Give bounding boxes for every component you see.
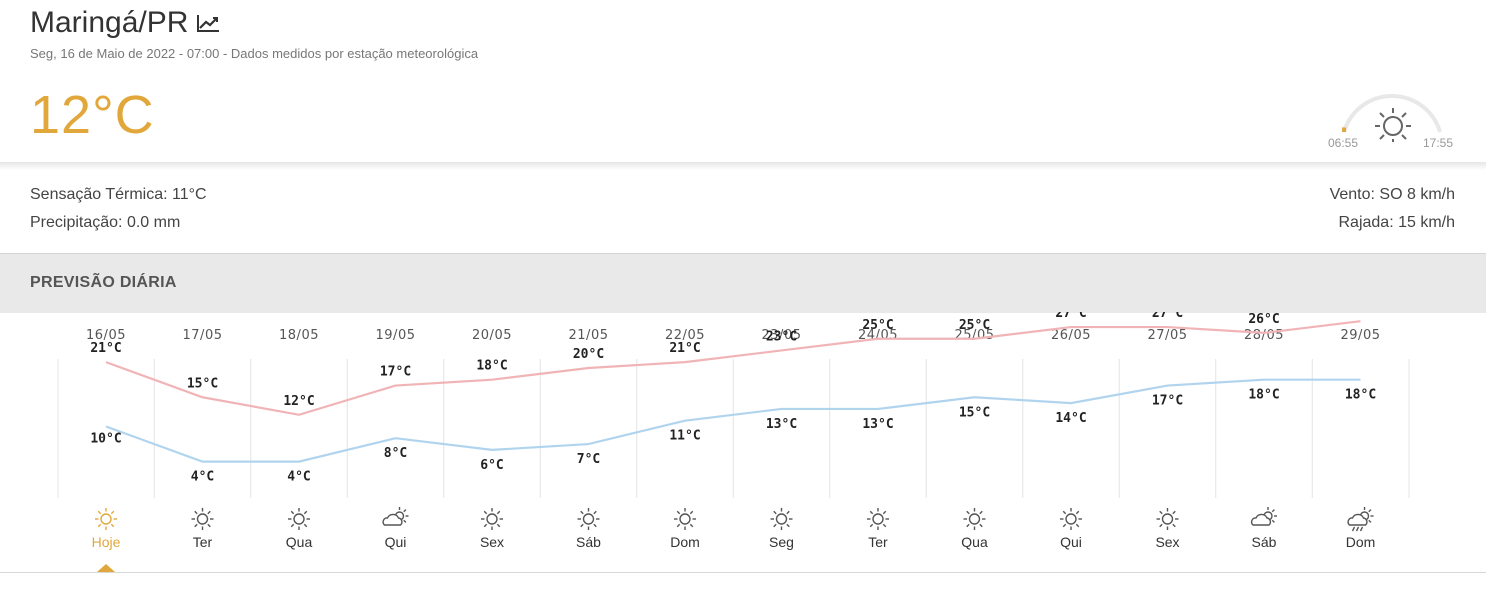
max-temp-label: 17°C — [380, 365, 411, 380]
precipitation: Precipitação: 0.0 mm — [30, 214, 181, 231]
forecast-day-label[interactable]: Ter — [193, 534, 213, 550]
daily-forecast-chart: 16/05 17/05 18/05 19/05 20/05 21/05 22/05 23/05… — [57, 312, 1410, 572]
max-temp-label: 23°C — [766, 329, 797, 344]
partly-cloudy-icon — [382, 506, 409, 526]
current-weather-panel: Maringá/PR Seg, 16 de Maio de 2022 - 07:… — [0, 0, 1486, 164]
min-temp-label: 8°C — [384, 446, 407, 461]
sunrise-time: 06:55 — [1328, 136, 1359, 150]
min-temp-label: 15°C — [959, 405, 990, 420]
forecast-day-label[interactable]: Qua — [286, 534, 313, 550]
max-temp-label: 21°C — [90, 341, 121, 356]
selected-day-marker — [97, 564, 115, 572]
forecast-day-label[interactable]: Qui — [1060, 534, 1082, 550]
forecast-day-label[interactable]: Sáb — [1252, 534, 1277, 550]
forecast-day-label[interactable]: Sáb — [576, 534, 601, 550]
divider — [0, 162, 1486, 170]
forecast-day-label[interactable]: Dom — [670, 534, 700, 550]
forecast-date: 29/05 — [1341, 328, 1381, 343]
sunset-time: 17:55 — [1423, 136, 1454, 150]
forecast-day-label[interactable]: Hoje — [92, 534, 121, 550]
forecast-date: 26/05 — [1051, 328, 1091, 343]
measurement-date: Seg, 16 de Maio de 2022 - 07:00 - Dados … — [30, 46, 479, 61]
sun-icon — [770, 508, 793, 530]
sun-icon — [1060, 508, 1082, 530]
forecast-day-label[interactable]: Qua — [961, 534, 988, 550]
forecast-date: 21/05 — [569, 328, 609, 343]
feels-like: Sensação Térmica: 11°C — [30, 186, 207, 203]
current-temperature: 12°C — [30, 85, 155, 145]
min-temp-label: 10°C — [90, 432, 121, 447]
min-temp-label: 13°C — [862, 417, 893, 432]
bottom-divider — [0, 572, 1486, 573]
rain-icon — [1347, 506, 1374, 532]
partly-cloudy-icon — [1250, 506, 1277, 526]
min-temp-label: 4°C — [287, 470, 310, 485]
forecast-day-label[interactable]: Sex — [1155, 534, 1179, 550]
sun-icon — [95, 508, 117, 530]
max-temp-label: 25°C — [959, 318, 990, 333]
sun-icon — [674, 508, 696, 530]
forecast-day-label[interactable]: Dom — [1346, 534, 1376, 550]
forecast-date: 20/05 — [472, 328, 512, 343]
forecast-date: 27/05 — [1148, 328, 1188, 343]
max-temp-label: 27°C — [1055, 312, 1086, 321]
max-temp-label: 15°C — [187, 376, 218, 391]
sun-icon — [1156, 508, 1179, 530]
forecast-day-label[interactable]: Seg — [769, 534, 794, 550]
min-temp-label: 11°C — [669, 429, 700, 444]
min-temp-label: 4°C — [191, 470, 214, 485]
sun-icon — [867, 508, 889, 530]
city-title: Maringá/PR — [30, 6, 220, 40]
sun-icon — [1375, 108, 1411, 142]
forecast-date: 18/05 — [279, 328, 319, 343]
min-temp-label: 17°C — [1152, 394, 1183, 409]
max-temp-label: 21°C — [669, 341, 700, 356]
trend-chart-icon[interactable] — [196, 13, 220, 33]
forecast-day-label[interactable]: Sex — [480, 534, 504, 550]
max-temp-label: 18°C — [476, 359, 507, 374]
daily-forecast-title: PREVISÃO DIÁRIA — [30, 274, 177, 291]
min-temp-label: 6°C — [480, 458, 503, 473]
forecast-day-label[interactable]: Ter — [868, 534, 888, 550]
forecast-date: 17/05 — [183, 328, 223, 343]
sun-icon — [481, 508, 503, 530]
min-temp-label: 18°C — [1345, 388, 1376, 403]
max-temp-label: 25°C — [862, 318, 893, 333]
city-name: Maringá/PR — [30, 6, 189, 39]
max-temp-label: 26°C — [1248, 312, 1279, 327]
min-temp-label: 18°C — [1248, 388, 1279, 403]
max-temp-label: 28°C — [1345, 312, 1376, 315]
min-temp-label: 13°C — [766, 417, 797, 432]
forecast-date: 19/05 — [376, 328, 416, 343]
min-temp-label: 14°C — [1055, 411, 1086, 426]
max-temp-label: 20°C — [573, 347, 604, 362]
max-temp-label: 27°C — [1152, 312, 1183, 321]
sun-icon — [577, 508, 600, 530]
min-temp-label: 7°C — [577, 452, 600, 467]
sun-icon — [288, 508, 310, 530]
wind-gust: Rajada: 15 km/h — [1338, 214, 1455, 231]
max-temp-label: 12°C — [283, 394, 314, 409]
daily-forecast-header: PREVISÃO DIÁRIA — [0, 253, 1486, 313]
sun-icon — [191, 508, 214, 530]
forecast-day-label[interactable]: Qui — [385, 534, 407, 550]
sun-icon — [963, 508, 986, 530]
sun-path-gauge: 06:55 17:55 — [1324, 82, 1464, 152]
wind: Vento: SO 8 km/h — [1329, 186, 1455, 203]
